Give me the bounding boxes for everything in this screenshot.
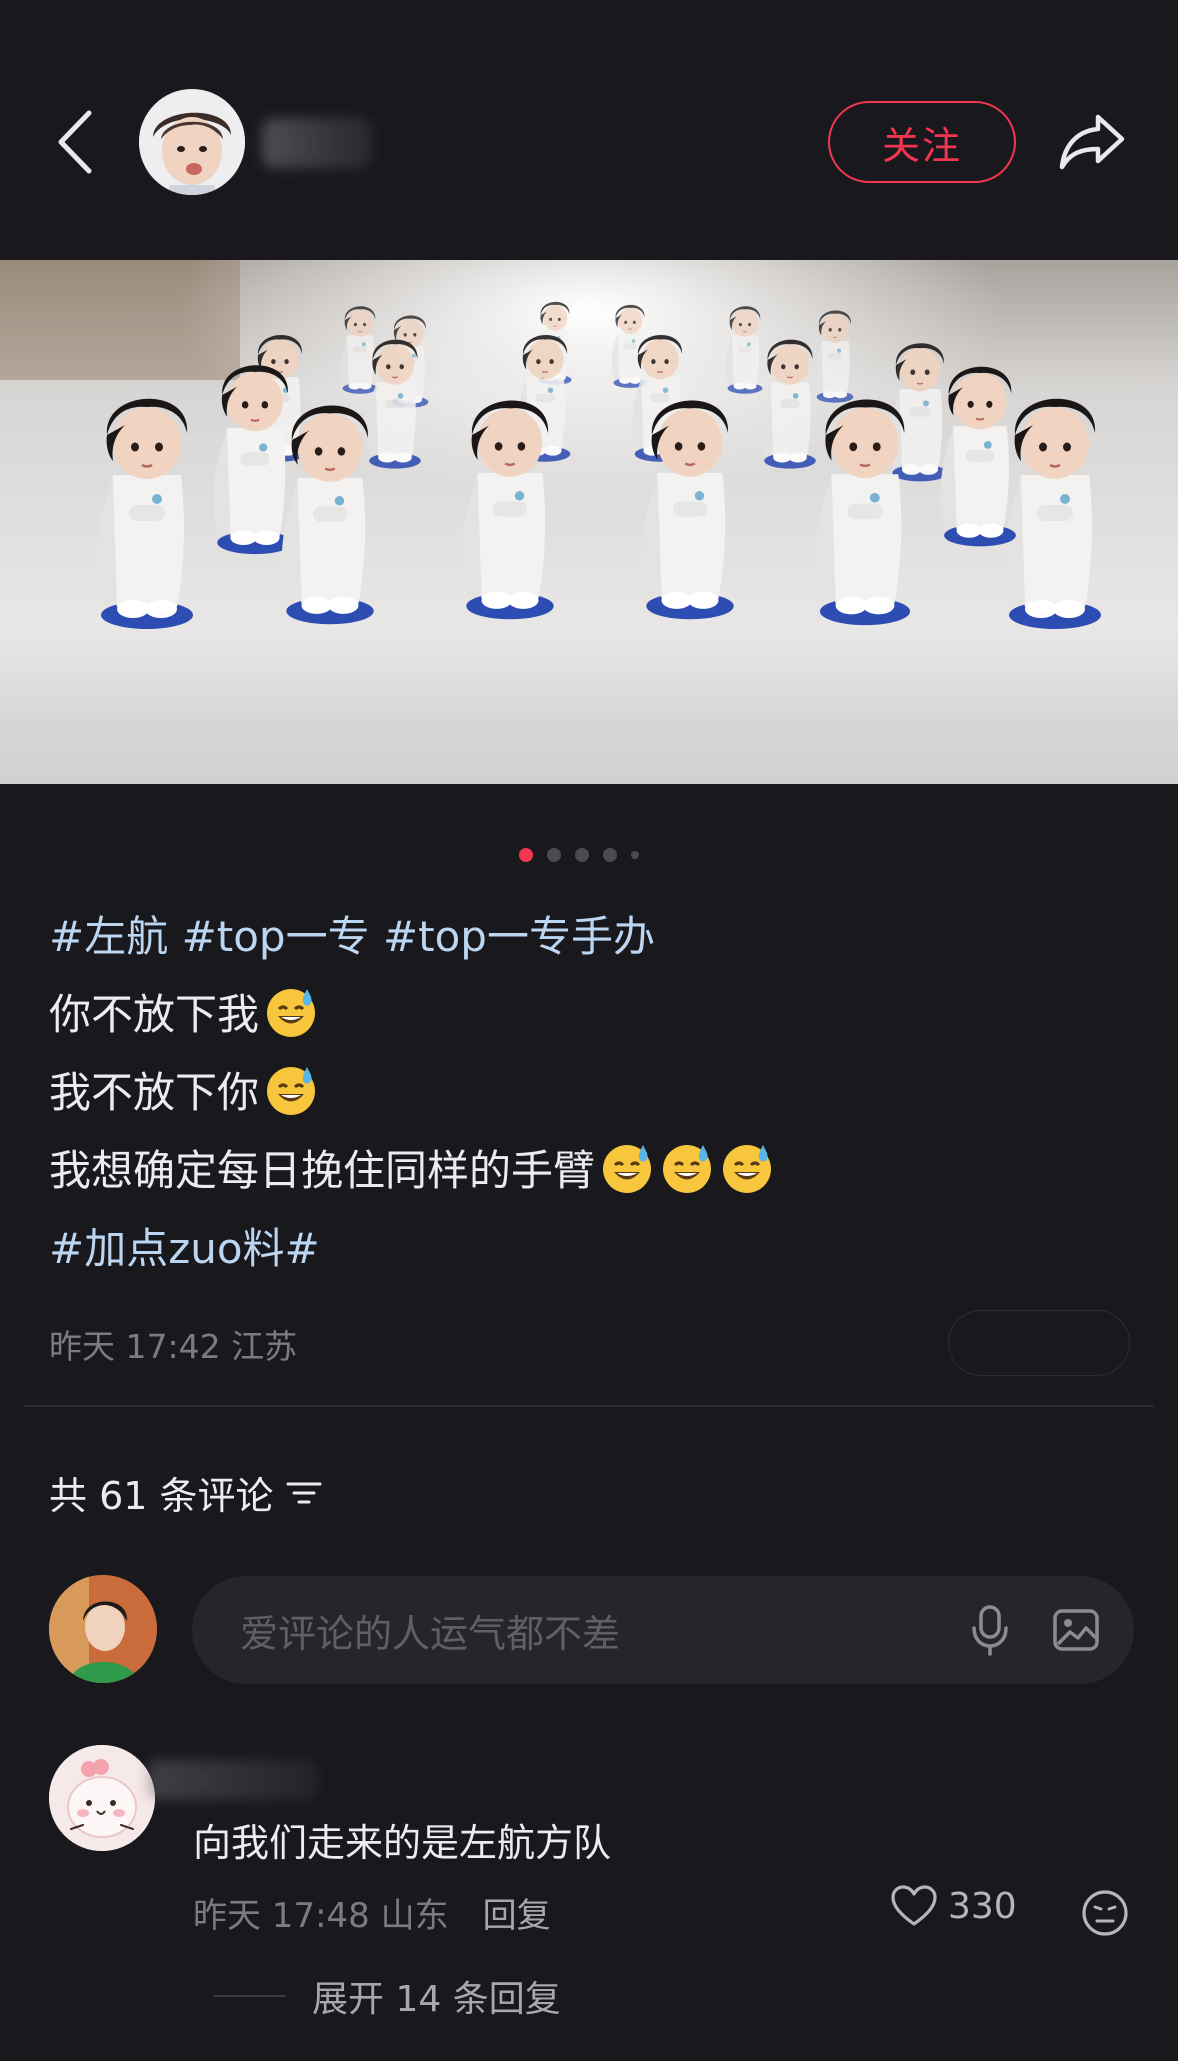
author-name-blurred[interactable] bbox=[262, 118, 372, 168]
caption-text: 你不放下我 bbox=[49, 990, 260, 1039]
expand-divider bbox=[214, 1995, 286, 1997]
hashtag[interactable]: #top一专 bbox=[182, 912, 370, 961]
share-button[interactable] bbox=[1056, 104, 1130, 178]
reply-button[interactable]: 回复 bbox=[483, 1888, 551, 1937]
commenter-name-blurred[interactable] bbox=[148, 1760, 318, 1800]
post-time-location: 昨天 17:42 江苏 bbox=[49, 1327, 298, 1366]
comment-input-placeholder: 爱评论的人运气都不差 bbox=[240, 1611, 621, 1656]
image-pager bbox=[519, 848, 639, 862]
pager-dot bbox=[547, 848, 561, 862]
caption-hashtags: #加点zuo料# bbox=[49, 1210, 1139, 1288]
emoji-reaction-icon[interactable] bbox=[1080, 1888, 1130, 1938]
hashtag[interactable]: #加点zuo料# bbox=[49, 1224, 320, 1273]
sweat-smile-emoji-icon bbox=[723, 1145, 772, 1193]
my-avatar bbox=[49, 1575, 157, 1683]
expand-replies-label: 展开 14 条回复 bbox=[312, 1979, 561, 2020]
caption-line: 你不放下我 bbox=[49, 976, 1139, 1054]
sweat-smile-emoji-icon bbox=[663, 1145, 712, 1193]
post-action-pill[interactable] bbox=[948, 1310, 1130, 1376]
heart-icon bbox=[891, 1885, 937, 1926]
post-image[interactable] bbox=[0, 260, 1178, 784]
comment-count-label: 共 61 条评论 bbox=[49, 1474, 274, 1518]
pager-dot bbox=[603, 848, 617, 862]
comment-text: 向我们走来的是左航方队 bbox=[193, 1821, 612, 1865]
like-count: 330 bbox=[948, 1885, 1017, 1927]
author-avatar[interactable] bbox=[139, 89, 245, 195]
pager-dot bbox=[631, 851, 639, 859]
caption-text: 我不放下你 bbox=[49, 1068, 260, 1117]
caption-line: 我想确定每日挽住同样的手臂 bbox=[49, 1132, 1139, 1210]
comment-meta: 昨天 17:48 山东 回复 bbox=[193, 1888, 551, 1937]
microphone-icon[interactable] bbox=[962, 1602, 1018, 1658]
caption-hashtags: #左航 #top一专 #top一专手办 bbox=[49, 898, 1139, 976]
pager-dot bbox=[575, 848, 589, 862]
figurines-illustration bbox=[0, 260, 1178, 784]
post-caption: #左航 #top一专 #top一专手办 你不放下我 我不放下你 我想确定每日挽住… bbox=[49, 898, 1139, 1288]
sweat-smile-emoji-icon bbox=[267, 1067, 316, 1115]
image-icon[interactable] bbox=[1048, 1602, 1104, 1658]
comment-count: 共 61 条评论 bbox=[49, 1465, 322, 1520]
divider bbox=[24, 1405, 1154, 1407]
comment-time-location: 昨天 17:48 山东 bbox=[193, 1896, 449, 1936]
caption-line: 我不放下你 bbox=[49, 1054, 1139, 1132]
share-arrow-icon bbox=[1059, 114, 1125, 170]
pager-dot-active bbox=[519, 848, 533, 862]
post-header: 关注 bbox=[0, 0, 1178, 260]
comment-input[interactable]: 爱评论的人运气都不差 bbox=[192, 1576, 1134, 1684]
sweat-smile-emoji-icon bbox=[603, 1145, 652, 1193]
chevron-left-icon bbox=[58, 110, 92, 174]
caption-text: 我想确定每日挽住同样的手臂 bbox=[49, 1146, 596, 1195]
commenter-avatar[interactable] bbox=[49, 1745, 155, 1851]
expand-replies[interactable]: 展开 14 条回复 bbox=[214, 1970, 561, 2022]
hashtag[interactable]: #top一专手办 bbox=[383, 912, 655, 961]
back-button[interactable] bbox=[44, 102, 104, 182]
sort-icon[interactable] bbox=[286, 1478, 322, 1508]
sweat-smile-emoji-icon bbox=[267, 989, 316, 1037]
hashtag[interactable]: #左航 bbox=[49, 912, 168, 961]
like-button[interactable]: 330 bbox=[890, 1884, 1017, 1928]
follow-button[interactable]: 关注 bbox=[828, 101, 1016, 183]
